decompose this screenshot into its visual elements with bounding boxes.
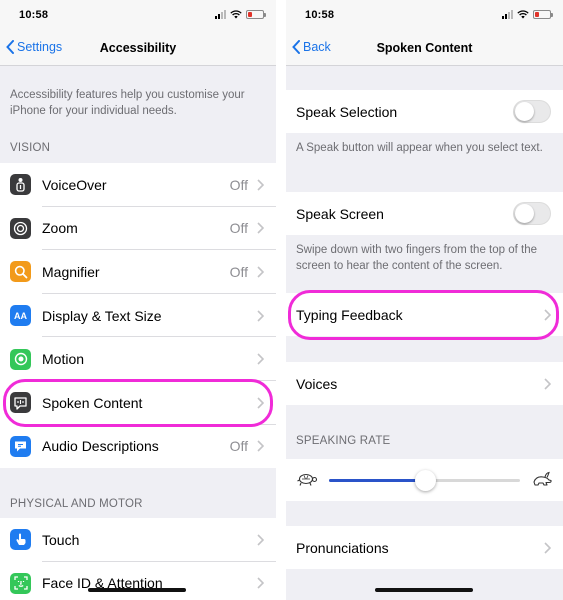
turtle-icon [297, 473, 318, 486]
speak-screen-label: Speak Screen [296, 205, 384, 222]
wifi-icon [517, 10, 529, 19]
list-item-label: Touch [42, 531, 80, 548]
speak-screen-toggle[interactable] [513, 202, 551, 225]
speak-selection-toggle[interactable] [513, 100, 551, 123]
list-item-voiceover[interactable]: VoiceOver Off [0, 163, 276, 207]
battery-icon [246, 10, 266, 19]
list-item-display-text-size[interactable]: AA Display & Text Size [0, 294, 276, 338]
accessibility-screen: 10:58 Settings Accessibility Accessibili… [0, 0, 276, 600]
page-title: Spoken Content [376, 41, 473, 55]
spoken-content-screen: 10:58 Back Spoken Content Speak Selectio… [286, 0, 563, 600]
nav-bar: Back Spoken Content [286, 32, 563, 66]
vision-list: VoiceOver Off Zoom Off Magnifier Off AA … [0, 163, 276, 469]
typing-feedback-row[interactable]: Typing Feedback [286, 293, 563, 336]
list-item-audio-descriptions[interactable]: Audio Descriptions Off [0, 425, 276, 469]
chevron-right-icon [257, 310, 264, 322]
battery-icon [533, 10, 553, 19]
spoken-content-icon [10, 392, 31, 414]
typing-feedback-group: Typing Feedback [286, 293, 563, 336]
pronunciations-row[interactable]: Pronunciations [286, 526, 563, 569]
cellular-signal-icon [215, 9, 226, 19]
status-time: 10:58 [305, 9, 335, 21]
speak-selection-note: A Speak button will appear when you sele… [296, 142, 543, 154]
hare-icon [533, 471, 552, 486]
speak-selection-label: Speak Selection [296, 103, 398, 120]
list-item-label: Display & Text Size [42, 307, 162, 324]
speak-screen-note: Swipe down with two fingers from the top… [296, 244, 537, 272]
speaking-rate-row [286, 459, 563, 501]
chevron-right-icon [257, 266, 264, 278]
pronunciations-label: Pronunciations [296, 539, 389, 556]
wifi-icon [230, 10, 242, 19]
page-title: Accessibility [99, 41, 177, 55]
cellular-signal-icon [502, 9, 513, 19]
status-time: 10:58 [19, 9, 49, 21]
list-item-label: Spoken Content [42, 394, 143, 411]
speak-screen-row: Speak Screen [286, 192, 563, 235]
chevron-right-icon [257, 222, 264, 234]
speaking-rate-thumb[interactable] [414, 470, 436, 491]
chevron-right-icon [257, 397, 264, 409]
motion-icon [10, 348, 31, 370]
chevron-right-icon [544, 541, 551, 554]
vision-section-header: VISION [10, 142, 51, 154]
chevron-right-icon [257, 534, 264, 546]
voices-label: Voices [296, 375, 338, 392]
list-item-label: Zoom [42, 220, 78, 237]
list-item-spoken-content[interactable]: Spoken Content [0, 381, 276, 425]
status-bar: 10:58 [286, 0, 563, 32]
chevron-right-icon [257, 179, 264, 191]
list-item-label: Magnifier [42, 263, 100, 280]
list-item-label: VoiceOver [42, 176, 107, 193]
list-item-value: Off [229, 263, 248, 280]
speaking-rate-slider[interactable] [329, 470, 520, 491]
nav-bar: Settings Accessibility [0, 32, 276, 66]
magnifier-icon [10, 261, 31, 283]
audio-descriptions-icon [10, 435, 31, 457]
intro-text: Accessibility features help you customis… [10, 89, 245, 117]
list-item-value: Off [229, 176, 248, 193]
list-item-face-id-attention[interactable]: Face ID & Attention [0, 562, 276, 600]
typing-feedback-label: Typing Feedback [296, 306, 403, 323]
voices-group: Voices [286, 362, 563, 405]
speak-screen-group: Speak Screen [286, 192, 563, 235]
touch-icon [10, 529, 31, 551]
status-bar: 10:58 [0, 0, 276, 32]
chevron-right-icon [257, 353, 264, 365]
speak-selection-group: Speak Selection [286, 90, 563, 133]
chevron-right-icon [257, 577, 264, 589]
list-item-label: Audio Descriptions [42, 438, 159, 455]
display-text-size-icon: AA [10, 305, 31, 327]
chevron-right-icon [544, 377, 551, 390]
zoom-icon [10, 217, 31, 239]
list-item-label: Motion [42, 351, 85, 368]
list-item-zoom[interactable]: Zoom Off [0, 207, 276, 251]
list-item-value: Off [229, 438, 248, 455]
voices-row[interactable]: Voices [286, 362, 563, 405]
voiceover-icon [10, 174, 31, 196]
speaking-rate-fill [329, 479, 425, 482]
chevron-right-icon [257, 440, 264, 452]
pronunciations-group: Pronunciations [286, 526, 563, 569]
list-item-value: Off [229, 220, 248, 237]
home-indicator[interactable] [375, 588, 473, 592]
speaking-rate-header: SPEAKING RATE [296, 435, 391, 447]
physical-motor-section-header: PHYSICAL AND MOTOR [10, 498, 143, 510]
face-id-icon [10, 572, 31, 594]
list-item-touch[interactable]: Touch [0, 518, 276, 562]
speak-selection-row: Speak Selection [286, 90, 563, 133]
list-item-magnifier[interactable]: Magnifier Off [0, 250, 276, 294]
home-indicator[interactable] [88, 588, 186, 592]
chevron-right-icon [544, 308, 551, 321]
list-item-motion[interactable]: Motion [0, 337, 276, 381]
